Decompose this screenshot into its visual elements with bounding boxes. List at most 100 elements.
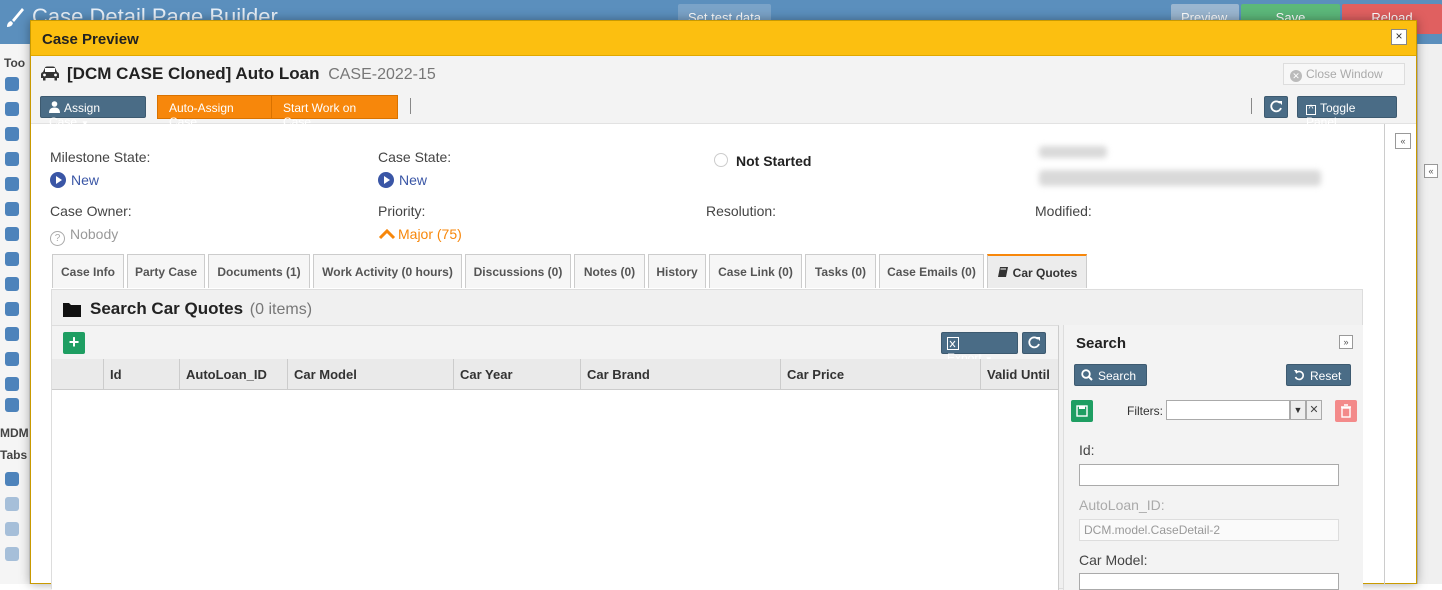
sidebar-tool-icon[interactable] (5, 177, 19, 191)
modal-title: Case Preview (42, 31, 139, 48)
case-number: CASE-2022-15 (328, 66, 436, 83)
column-car-brand[interactable]: Car Brand (580, 359, 780, 390)
priority-text: Major (75) (398, 226, 462, 242)
builder-sidebar: Too MDM Tabs (0, 44, 30, 584)
blurred-value (1039, 170, 1321, 186)
search-pane: Search » Search Reset Filters: ▼ ✕ Id: A… (1063, 325, 1363, 590)
tab-case-emails[interactable]: Case Emails (0) (879, 254, 984, 288)
case-owner-value: ? Nobody (50, 226, 118, 246)
case-owner-text: Nobody (70, 226, 119, 242)
refresh-icon (1270, 100, 1282, 113)
sidebar-tool-icon[interactable] (5, 252, 19, 266)
grid-refresh-button[interactable] (1022, 332, 1046, 354)
tab-car-quotes[interactable]: Car Quotes (987, 254, 1087, 288)
column-car-model[interactable]: Car Model (287, 359, 453, 390)
sidebar-tool-icon[interactable] (5, 302, 19, 316)
case-owner-label: Case Owner: (50, 203, 132, 219)
user-icon (49, 101, 60, 113)
filters-clear-icon[interactable]: ✕ (1306, 400, 1322, 420)
id-label: Id: (1079, 442, 1095, 458)
tab-notes[interactable]: Notes (0) (574, 254, 645, 288)
sidebar-tool-icon[interactable] (5, 547, 19, 561)
sidebar-tabs-label: Tabs (0, 448, 28, 462)
case-preview-modal: Case Preview × [DCM CASE Cloned] Auto Lo… (30, 20, 1417, 590)
tab-case-info[interactable]: Case Info (52, 254, 124, 288)
search-title: Search (1076, 335, 1127, 352)
refresh-button[interactable] (1264, 96, 1288, 118)
start-work-button[interactable]: Start Work on Case (271, 95, 398, 129)
sidebar-tool-icon[interactable] (5, 398, 19, 412)
export-button[interactable]: Export▼ (941, 332, 1018, 365)
details-collapse-icon[interactable]: « (1395, 133, 1411, 149)
filters-select[interactable] (1166, 400, 1290, 420)
case-state-value[interactable]: New (378, 172, 427, 188)
tab-documents[interactable]: Documents (1) (208, 254, 310, 288)
toggle-panel-button[interactable]: ^ Toggle Panel (1297, 96, 1397, 129)
search-collapse-icon[interactable]: » (1339, 335, 1353, 349)
right-collapse-icon[interactable]: « (1424, 164, 1438, 178)
priority-label: Priority: (378, 203, 426, 219)
tab-discussions[interactable]: Discussions (0) (465, 254, 571, 288)
column-id[interactable]: Id (103, 359, 179, 390)
builder-right-panel: « (1417, 44, 1442, 584)
car-quotes-panel: Search Car Quotes (0 items) + Export▼ Id (51, 289, 1363, 590)
modal-close-button[interactable]: × (1391, 29, 1407, 45)
folder-icon (63, 303, 81, 317)
reset-button-label: Reset (1310, 369, 1342, 383)
tab-party-case[interactable]: Party Case (127, 254, 205, 288)
close-window-button[interactable]: ✕ Close Window (1283, 63, 1405, 85)
search-button-label: Search (1098, 369, 1137, 383)
status-text: Not Started (736, 153, 812, 169)
reset-button[interactable]: Reset (1286, 364, 1351, 386)
close-circle-icon: ✕ (1290, 70, 1302, 82)
tab-case-link[interactable]: Case Link (0) (709, 254, 802, 288)
question-circle-icon: ? (50, 231, 65, 246)
sidebar-tool-icon[interactable] (5, 127, 19, 141)
close-window-label: Close Window (1306, 67, 1383, 81)
car-model-label: Car Model: (1079, 552, 1148, 568)
case-toolbar: Assign Case ▼ Auto-Assign Case Start Work… (31, 90, 1416, 129)
book-icon (997, 267, 1008, 277)
grid-select-column[interactable] (52, 359, 103, 390)
car-model-input[interactable] (1079, 573, 1339, 590)
tab-tasks[interactable]: Tasks (0) (805, 254, 876, 288)
assign-case-button[interactable]: Assign Case ▼ (40, 96, 146, 129)
autoloan-id-label: AutoLoan_ID: (1079, 497, 1165, 513)
sidebar-tool-icon[interactable] (5, 77, 19, 91)
column-car-year[interactable]: Car Year (453, 359, 580, 390)
case-title: [DCM CASE Cloned] Auto Loan CASE-2022-15 (67, 64, 436, 84)
filters-dropdown-icon[interactable]: ▼ (1290, 400, 1306, 420)
sidebar-tool-icon[interactable] (5, 472, 19, 486)
add-record-button[interactable]: + (63, 332, 85, 354)
sidebar-tool-icon[interactable] (5, 497, 19, 511)
sidebar-tool-icon[interactable] (5, 202, 19, 216)
sidebar-tool-icon[interactable] (5, 377, 19, 391)
milestone-state-value[interactable]: New (50, 172, 99, 188)
auto-assign-case-button[interactable]: Auto-Assign Case (157, 95, 272, 129)
grid-header: Id AutoLoan_ID Car Model Car Year Car Br… (52, 359, 1058, 390)
sidebar-tool-icon[interactable] (5, 522, 19, 536)
save-filter-button[interactable] (1071, 400, 1093, 422)
id-input[interactable] (1079, 464, 1339, 486)
column-car-price[interactable]: Car Price (780, 359, 980, 390)
priority-value: Major (75) (378, 226, 462, 242)
sidebar-tool-icon[interactable] (5, 102, 19, 116)
search-button[interactable]: Search (1074, 364, 1147, 386)
sidebar-tool-icon[interactable] (5, 277, 19, 291)
sidebar-mdm-label: MDM (0, 426, 29, 440)
play-circle-icon (50, 172, 66, 188)
column-valid-until[interactable]: Valid Until (980, 359, 1058, 390)
case-state-label: Case State: (378, 149, 452, 165)
sidebar-tool-icon[interactable] (5, 227, 19, 241)
case-body: « Milestone State: New Case State: New N… (31, 124, 1416, 590)
sidebar-tool-icon[interactable] (5, 327, 19, 341)
sidebar-tool-icon[interactable] (5, 352, 19, 366)
tab-work-activity[interactable]: Work Activity (0 hours) (313, 254, 462, 288)
delete-filter-button[interactable] (1335, 400, 1357, 422)
column-autoloan-id[interactable]: AutoLoan_ID (179, 359, 287, 390)
play-circle-icon (378, 172, 394, 188)
sidebar-tool-icon[interactable] (5, 152, 19, 166)
milestone-state-label: Milestone State: (50, 149, 151, 165)
tab-history[interactable]: History (648, 254, 706, 288)
toolbar-divider (410, 98, 411, 114)
